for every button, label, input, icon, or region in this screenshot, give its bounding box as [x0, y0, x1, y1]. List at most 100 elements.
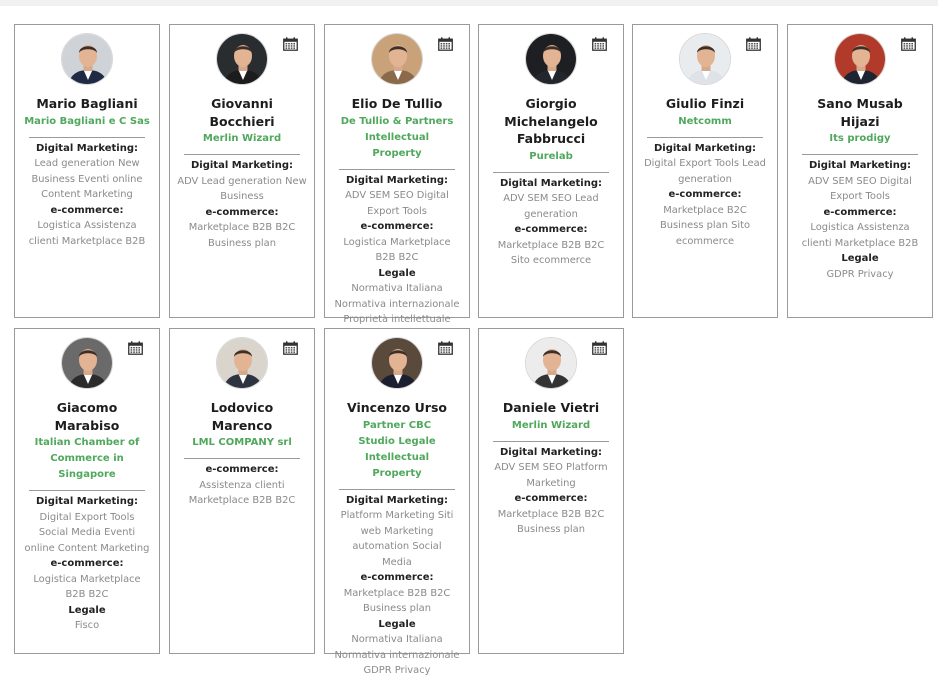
calendar-icon[interactable]: [283, 36, 298, 51]
section-items: Marketplace B2B B2C Business plan: [188, 222, 296, 249]
avatar: [61, 337, 113, 389]
divider: [802, 154, 918, 155]
member-name[interactable]: Giovanni Bocchieri: [180, 95, 304, 130]
member-company: Netcomm: [678, 115, 732, 127]
expert-card[interactable]: Giacomo Marabiso Italian Chamber of Comme…: [14, 328, 160, 654]
section-items: ADV Lead generation New Business: [177, 175, 307, 203]
section-items: Digital Export Tools Social Media Eventi…: [24, 511, 150, 554]
section-items: Assistenza clienti Marketplace B2B B2C: [188, 479, 296, 507]
member-company: De Tullio & Partners Intellectual Proper…: [340, 115, 454, 159]
section-title: Digital Marketing:: [345, 494, 449, 506]
divider: [647, 136, 763, 138]
member-name[interactable]: Giulio Finzi: [643, 95, 767, 113]
member-name[interactable]: Mario Bagliani: [25, 95, 149, 113]
member-name[interactable]: Lodovico Marenco: [180, 399, 304, 434]
card-content: Elio De Tullio De Tullio & Partners Intel…: [325, 91, 469, 328]
calendar-icon[interactable]: [592, 36, 607, 51]
section-title: Digital Marketing:: [35, 142, 139, 154]
section-items: Fisco: [74, 620, 100, 631]
expert-card[interactable]: Giulio Finzi Netcomm Digital Marketing: Dig…: [632, 24, 778, 318]
avatar: [61, 33, 113, 85]
avatar: [679, 33, 731, 85]
member-company: Merlin Wizard: [202, 133, 282, 144]
divider: [29, 490, 145, 491]
expert-card[interactable]: Giorgio Michelangelo Fabbrucci Purelab Dig…: [478, 24, 624, 318]
avatar: [371, 337, 423, 389]
member-company: Partner CBC Studio Legale Intellectual P…: [358, 419, 436, 479]
card-content: Giacomo Marabiso Italian Chamber of Comme…: [15, 395, 159, 634]
section-title: Digital Marketing:: [499, 446, 603, 458]
expert-card[interactable]: Daniele Vietri Merlin Wizard Digital Marke…: [478, 328, 624, 654]
section-items: Logistica Assistenza clienti Marketplace…: [801, 222, 919, 249]
section-title: e-commerce:: [360, 572, 434, 583]
section-title: e-commerce:: [50, 204, 124, 216]
section-items: ADV SEM SEO Platform Marketing: [494, 462, 608, 489]
divider: [339, 488, 455, 490]
section-title: Legale: [841, 253, 879, 264]
section-title: Digital Marketing:: [499, 177, 603, 189]
divider: [493, 171, 609, 173]
member-name[interactable]: Sano Musab Hijazi: [798, 95, 922, 130]
section-items: Marketplace B2B B2C Business plan: [343, 587, 451, 615]
section-items: GDPR Privacy: [826, 268, 894, 280]
avatar: [834, 33, 886, 85]
expert-card[interactable]: Mario Bagliani Mario Bagliani e C Sas Digi…: [14, 24, 160, 318]
divider: [184, 458, 300, 459]
section-items: ADV SEM SEO Digital Export Tools: [808, 175, 912, 203]
expert-card[interactable]: Elio De Tullio De Tullio & Partners Intel…: [324, 24, 470, 325]
member-company: Italian Chamber of Commerce in Singapore: [34, 437, 140, 480]
card-content: Vincenzo Urso Partner CBC Studio Legale I…: [325, 395, 469, 679]
section-title: Legale: [68, 604, 106, 616]
section-title: Digital Marketing:: [653, 142, 757, 154]
calendar-icon[interactable]: [592, 340, 607, 355]
card-content: Giulio Finzi Netcomm Digital Marketing: Dig…: [633, 91, 777, 249]
card-content: Giorgio Michelangelo Fabbrucci Purelab Dig…: [479, 91, 623, 269]
member-name[interactable]: Elio De Tullio: [335, 95, 459, 113]
section-title: Digital Marketing:: [35, 496, 139, 507]
avatar: [525, 337, 577, 389]
section-title: e-commerce:: [514, 224, 588, 235]
expert-card[interactable]: Sano Musab Hijazi Its prodigy Digital Mark…: [787, 24, 933, 318]
section-title: e-commerce:: [205, 464, 279, 475]
divider: [184, 154, 300, 155]
expert-card[interactable]: Vincenzo Urso Partner CBC Studio Legale I…: [324, 328, 470, 676]
divider: [493, 440, 609, 442]
section-title: e-commerce:: [50, 558, 124, 569]
member-name[interactable]: Giorgio Michelangelo Fabbrucci: [499, 95, 603, 148]
calendar-icon[interactable]: [283, 340, 298, 355]
member-company: Its prodigy: [829, 133, 891, 144]
section-items: Logistica Marketplace B2B B2C: [343, 236, 451, 264]
calendar-icon[interactable]: [438, 36, 453, 51]
section-items: Marketplace B2C Business plan Sito ecomm…: [659, 204, 751, 247]
calendar-icon[interactable]: [128, 340, 143, 355]
member-company: LML COMPANY srl: [192, 437, 292, 448]
section-title: Legale: [378, 267, 416, 279]
expert-card[interactable]: Giovanni Bocchieri Merlin Wizard Digital M…: [169, 24, 315, 318]
member-name[interactable]: Giacomo Marabiso: [25, 399, 149, 434]
card-content: Lodovico Marenco LML COMPANY srl e-commerc…: [170, 395, 314, 509]
card-content: Sano Musab Hijazi Its prodigy Digital Mark…: [788, 91, 932, 282]
section-items: Normativa Italiana Normativa internazion…: [334, 634, 460, 676]
section-title: Digital Marketing:: [345, 174, 449, 186]
section-title: Digital Marketing:: [808, 160, 912, 171]
avatar: [216, 33, 268, 85]
calendar-icon[interactable]: [901, 36, 916, 51]
member-name[interactable]: Daniele Vietri: [489, 399, 613, 417]
calendar-icon[interactable]: [746, 36, 761, 51]
calendar-icon[interactable]: [438, 340, 453, 355]
member-company: Merlin Wizard: [511, 419, 591, 431]
section-title: Legale: [378, 618, 416, 630]
section-items: Lead generation New Business Eventi onli…: [31, 158, 143, 200]
section-items: Platform Marketing Siti web Marketing au…: [340, 510, 454, 568]
section-items: Digital Export Tools Lead generation: [644, 158, 766, 185]
section-items: Marketplace B2B B2C Business plan: [497, 508, 605, 536]
section-title: e-commerce:: [205, 206, 279, 218]
section-title: Digital Marketing:: [190, 160, 294, 171]
card-content: Mario Bagliani Mario Bagliani e C Sas Digi…: [15, 91, 159, 249]
section-title: e-commerce:: [668, 189, 742, 200]
expert-card[interactable]: Lodovico Marenco LML COMPANY srl e-commerc…: [169, 328, 315, 654]
section-title: e-commerce:: [360, 221, 434, 232]
member-company: Purelab: [529, 150, 573, 162]
avatar: [216, 337, 268, 389]
member-name[interactable]: Vincenzo Urso: [335, 399, 459, 417]
